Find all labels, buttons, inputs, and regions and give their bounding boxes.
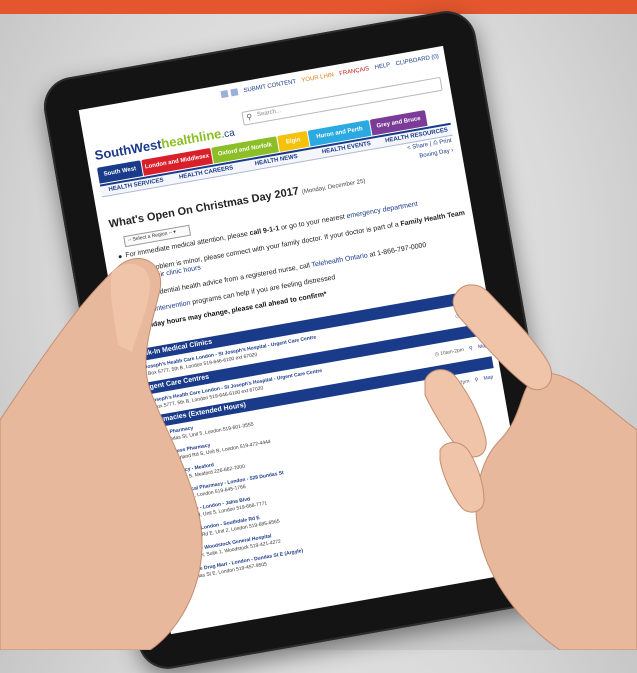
left-hand (0, 257, 203, 650)
right-index-finger (452, 284, 553, 391)
right-hand (475, 373, 637, 650)
hands-illustration (0, 257, 637, 650)
